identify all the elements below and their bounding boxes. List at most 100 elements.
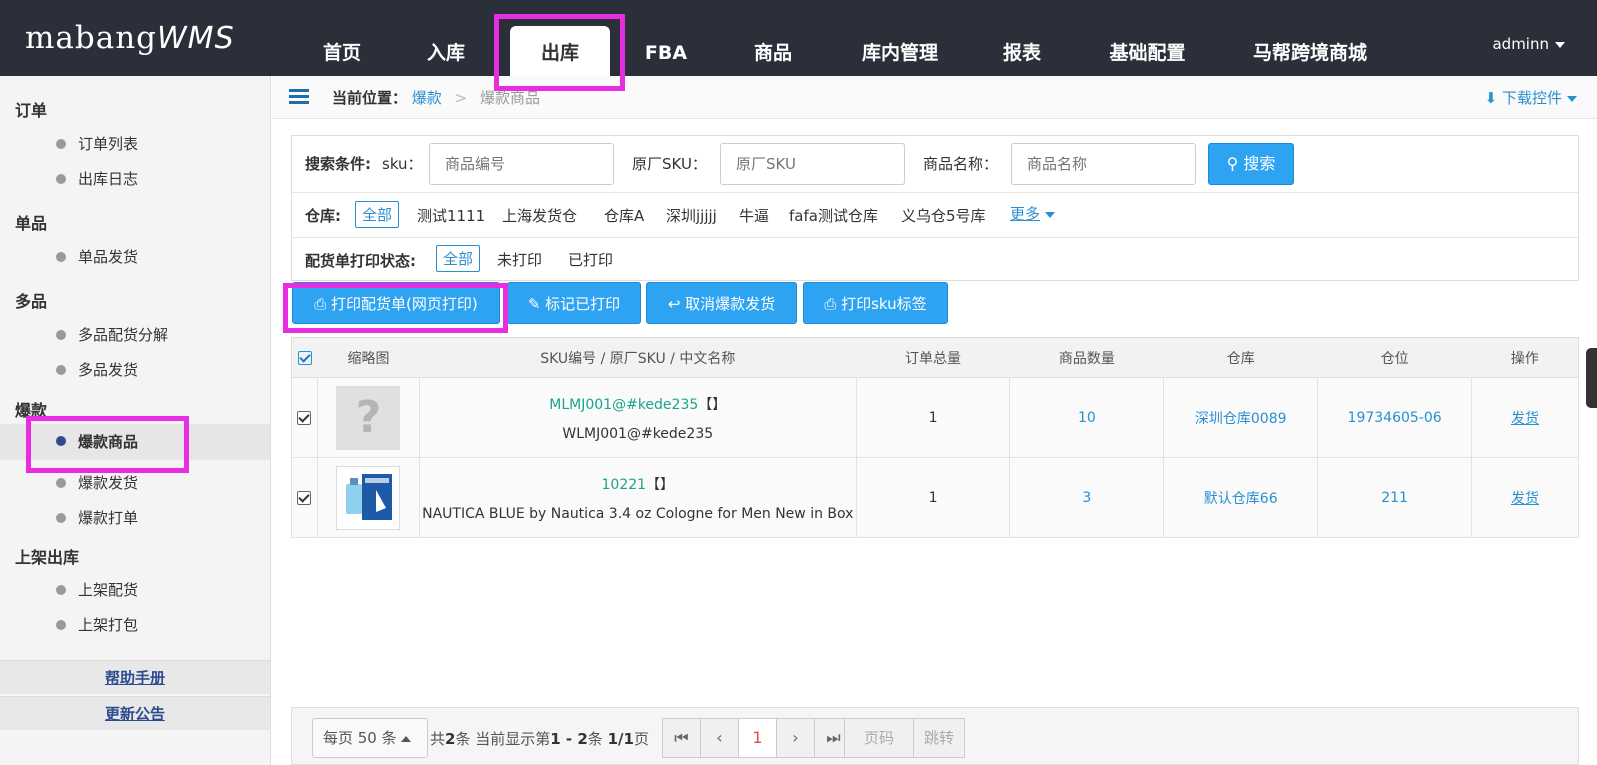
sidebar-item-order-list[interactable]: 订单列表 <box>0 127 270 161</box>
first-page-icon[interactable]: ⏮ <box>662 718 701 758</box>
nav-inbound[interactable]: 入库 <box>416 26 476 76</box>
breadcrumb-parent[interactable]: 爆款 <box>412 89 442 107</box>
search-icon: ⚲ <box>1226 154 1239 173</box>
warehouse-option[interactable]: 上海发货仓 <box>502 205 577 226</box>
cologne-product-image <box>336 465 401 530</box>
sidebar-item-multi-split[interactable]: 多品配货分解 <box>0 318 270 352</box>
sku-link[interactable]: 10221 <box>602 477 647 493</box>
sidebar-item-outbound-log[interactable]: 出库日志 <box>0 162 270 196</box>
original-sku-input[interactable] <box>720 143 905 185</box>
nav-mall[interactable]: 马帮跨境商城 <box>1250 26 1370 76</box>
chevron-down-icon <box>1567 95 1577 102</box>
sidebar-group-order: 订单 <box>15 101 48 120</box>
location-cell[interactable]: 211 <box>1317 457 1473 538</box>
table-row: 10221【】 NAUTICA BLUE by Nautica 3.4 oz C… <box>291 457 1579 538</box>
sidebar-item-hot-print[interactable]: 爆款打单 <box>0 501 270 535</box>
table-header: 缩略图 SKU编号 / 原厂SKU / 中文名称 订单总量 商品数量 仓库 仓位… <box>291 337 1579 378</box>
chevron-down-icon <box>1555 41 1565 48</box>
update-notice-link[interactable]: 更新公告 <box>0 696 270 730</box>
breadcrumb: 当前位置： 爆款 > 爆款商品 <box>332 89 540 107</box>
prev-page-icon[interactable]: ‹ <box>700 718 739 758</box>
jump-button[interactable]: 跳转 <box>913 718 965 758</box>
sku-input[interactable] <box>429 143 614 185</box>
sidebar-group-shelf: 上架出库 <box>15 548 80 567</box>
page-size-select[interactable]: 每页 50 条 <box>312 718 428 758</box>
warehouse-option[interactable]: 仓库A <box>604 205 644 226</box>
next-page-icon[interactable]: › <box>776 718 815 758</box>
hot-products-table: 缩略图 SKU编号 / 原厂SKU / 中文名称 订单总量 商品数量 仓库 仓位… <box>291 337 1579 538</box>
search-panel: 搜索条件: sku： 原厂SKU： 商品名称： ⚲ 搜索 仓库: 全部 测试11… <box>291 135 1579 281</box>
product-qty[interactable]: 10 <box>1009 377 1165 458</box>
sidebar: 订单 订单列表 出库日志 单品 单品发货 多品 多品配货分解 多品发货 爆款 爆… <box>0 76 271 765</box>
user-menu[interactable]: adminn <box>1492 35 1565 53</box>
current-page-button[interactable]: 1 <box>738 718 777 758</box>
warehouse-option[interactable]: 深圳jjjjj <box>666 205 717 226</box>
sidebar-group-hot: 爆款 <box>15 401 48 420</box>
cancel-hot-ship-button[interactable]: ↩ 取消爆款发货 <box>646 282 797 324</box>
select-all-checkbox[interactable] <box>291 337 318 378</box>
nav-warehouse-mgmt[interactable]: 库内管理 <box>850 26 950 76</box>
sidebar-item-single-ship[interactable]: 单品发货 <box>0 240 270 274</box>
nav-outbound[interactable]: 出库 <box>510 26 610 76</box>
sidebar-item-hot-products[interactable]: 爆款商品 <box>0 424 270 460</box>
bullet-icon <box>56 139 66 149</box>
ship-button[interactable]: 发货 <box>1511 491 1539 507</box>
placeholder-image-icon: ? <box>336 385 401 450</box>
ship-button[interactable]: 发货 <box>1511 411 1539 427</box>
warehouse-option[interactable]: 测试1111 <box>417 205 485 226</box>
product-name: WLMJ001@#kede235 <box>562 425 714 442</box>
pagination: 每页 50 条 共2条 当前显示第1 - 2条 1/1页 ⏮ ‹ 1 › ⏭ 页… <box>291 707 1579 765</box>
bullet-icon <box>56 513 66 523</box>
sidebar-item-shelf-pack[interactable]: 上架打包 <box>0 608 270 642</box>
print-pick-list-button[interactable]: ⎙ 打印配货单(网页打印) <box>292 282 500 324</box>
product-name-input[interactable] <box>1011 143 1196 185</box>
download-icon: ⬇ <box>1484 89 1498 107</box>
help-manual-link[interactable]: 帮助手册 <box>0 660 270 694</box>
search-button[interactable]: ⚲ 搜索 <box>1208 143 1294 185</box>
warehouse-filter: 仓库: 全部 测试1111 上海发货仓 仓库A 深圳jjjjj 牛逼 fafa测… <box>292 193 1578 238</box>
warehouse-option[interactable]: 牛逼 <box>739 205 769 226</box>
warehouse-cell[interactable]: 深圳仓库0089 <box>1163 377 1319 458</box>
warehouse-option[interactable]: 义乌仓5号库 <box>901 205 986 226</box>
nav-base-config[interactable]: 基础配置 <box>1100 26 1195 76</box>
printer-icon: ⎙ <box>824 295 837 313</box>
sku-link[interactable]: MLMJ001@#kede235 <box>549 397 698 413</box>
warehouse-option-all[interactable]: 全部 <box>355 201 400 228</box>
breadcrumb-current: 爆款商品 <box>479 89 540 107</box>
bullet-icon <box>56 365 66 375</box>
nav-home[interactable]: 首页 <box>312 26 372 76</box>
sidebar-item-multi-ship[interactable]: 多品发货 <box>0 353 270 387</box>
print-status-all[interactable]: 全部 <box>436 245 481 272</box>
warehouse-option[interactable]: fafa测试仓库 <box>789 205 878 226</box>
product-qty[interactable]: 3 <box>1009 457 1165 538</box>
menu-toggle-icon[interactable] <box>289 89 309 105</box>
warehouse-cell[interactable]: 默认仓库66 <box>1163 457 1319 538</box>
chevron-up-icon <box>400 735 411 742</box>
bullet-icon <box>56 252 66 262</box>
row-checkbox[interactable] <box>291 457 318 538</box>
print-status-unprinted[interactable]: 未打印 <box>497 249 542 270</box>
top-navbar: mabangWMS 首页 入库 出库 FBA 商品 库内管理 报表 基础配置 马… <box>0 0 1597 76</box>
print-status-printed[interactable]: 已打印 <box>568 249 613 270</box>
search-row: 搜索条件: sku： 原厂SKU： 商品名称： ⚲ 搜索 <box>292 136 1578 193</box>
sidebar-item-shelf-pick[interactable]: 上架配货 <box>0 573 270 607</box>
print-status-filter: 配货单打印状态: 全部 未打印 已打印 <box>292 238 1578 282</box>
bullet-icon <box>56 436 66 446</box>
location-cell[interactable]: 19734605-06 <box>1317 377 1473 458</box>
download-control-button[interactable]: ⬇ 下载控件 <box>1485 87 1577 108</box>
sidebar-group-single: 单品 <box>15 214 48 233</box>
warehouse-more-button[interactable]: 更多 <box>1010 203 1056 224</box>
nav-products[interactable]: 商品 <box>743 26 803 76</box>
bullet-icon <box>56 330 66 340</box>
sidebar-item-hot-ship[interactable]: 爆款发货 <box>0 466 270 500</box>
nav-reports[interactable]: 报表 <box>992 26 1052 76</box>
nav-fba[interactable]: FBA <box>636 26 696 76</box>
order-total: 1 <box>855 457 1011 538</box>
page-number-input[interactable]: 页码 <box>844 718 914 758</box>
row-checkbox[interactable] <box>291 377 318 458</box>
print-sku-label-button[interactable]: ⎙ 打印sku标签 <box>803 282 948 324</box>
side-scroll-handle[interactable] <box>1586 348 1597 408</box>
bullet-icon <box>56 478 66 488</box>
mark-printed-button[interactable]: ✎ 标记已打印 <box>507 282 641 324</box>
logo[interactable]: mabangWMS <box>25 20 235 56</box>
